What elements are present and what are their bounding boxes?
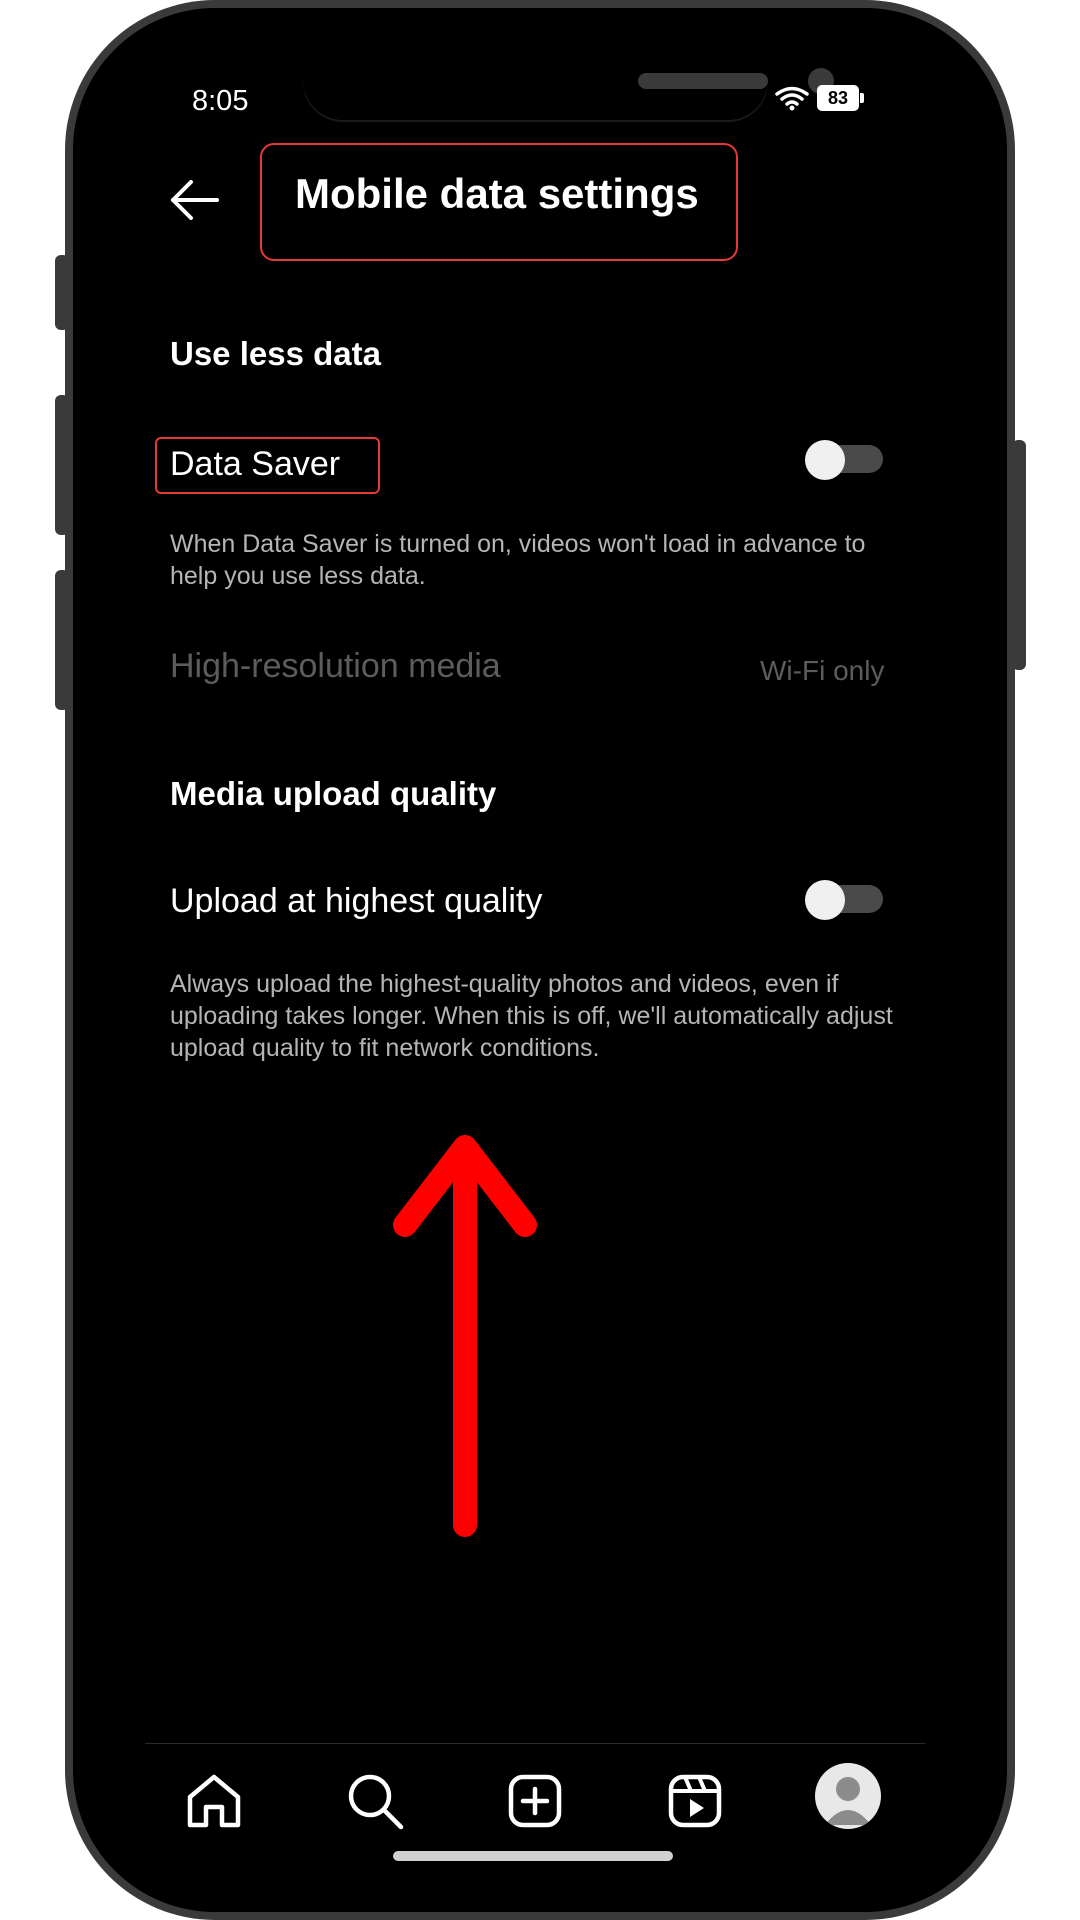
annotation-arrow-up-icon: [393, 1135, 537, 1537]
high-res-media-label[interactable]: High-resolution media: [170, 647, 501, 686]
speaker: [638, 73, 768, 89]
page-title: Mobile data settings: [295, 170, 699, 217]
status-time: 8:05: [192, 85, 249, 117]
create-post-icon[interactable]: [503, 1769, 567, 1833]
side-button-right: [1012, 440, 1026, 670]
high-res-media-value: Wi-Fi only: [760, 655, 885, 686]
bottom-nav-divider: [145, 1743, 925, 1744]
search-icon[interactable]: [343, 1769, 407, 1833]
status-icons: 83: [775, 85, 864, 111]
wifi-icon: [775, 86, 809, 111]
section-header-media-upload: Media upload quality: [170, 775, 497, 812]
battery-indicator: 83: [817, 85, 864, 111]
upload-highest-quality-toggle[interactable]: [805, 880, 885, 920]
home-icon[interactable]: [182, 1769, 246, 1833]
profile-avatar[interactable]: [815, 1763, 881, 1829]
side-button-left-2: [55, 395, 69, 535]
notch: [303, 55, 834, 120]
side-button-left-3: [55, 570, 69, 710]
screen: 8:05 83 Mobile data settings Use less da…: [135, 55, 935, 1865]
section-header-use-less-data: Use less data: [170, 335, 381, 372]
bottom-nav: [135, 1755, 935, 1835]
data-saver-label: Data Saver: [170, 445, 341, 483]
toggle-knob: [805, 880, 845, 920]
upload-quality-description: Always upload the highest-quality photos…: [170, 970, 893, 1062]
back-arrow-icon[interactable]: [165, 170, 225, 230]
toggle-knob: [805, 440, 845, 480]
side-button-left-1: [55, 255, 69, 330]
upload-highest-quality-label: Upload at highest quality: [170, 882, 543, 920]
profile-avatar-icon: [825, 1777, 871, 1825]
data-saver-description: When Data Saver is turned on, videos won…: [170, 530, 866, 590]
home-indicator: [393, 1851, 673, 1861]
reels-icon[interactable]: [663, 1769, 727, 1833]
data-saver-toggle[interactable]: [805, 440, 885, 480]
